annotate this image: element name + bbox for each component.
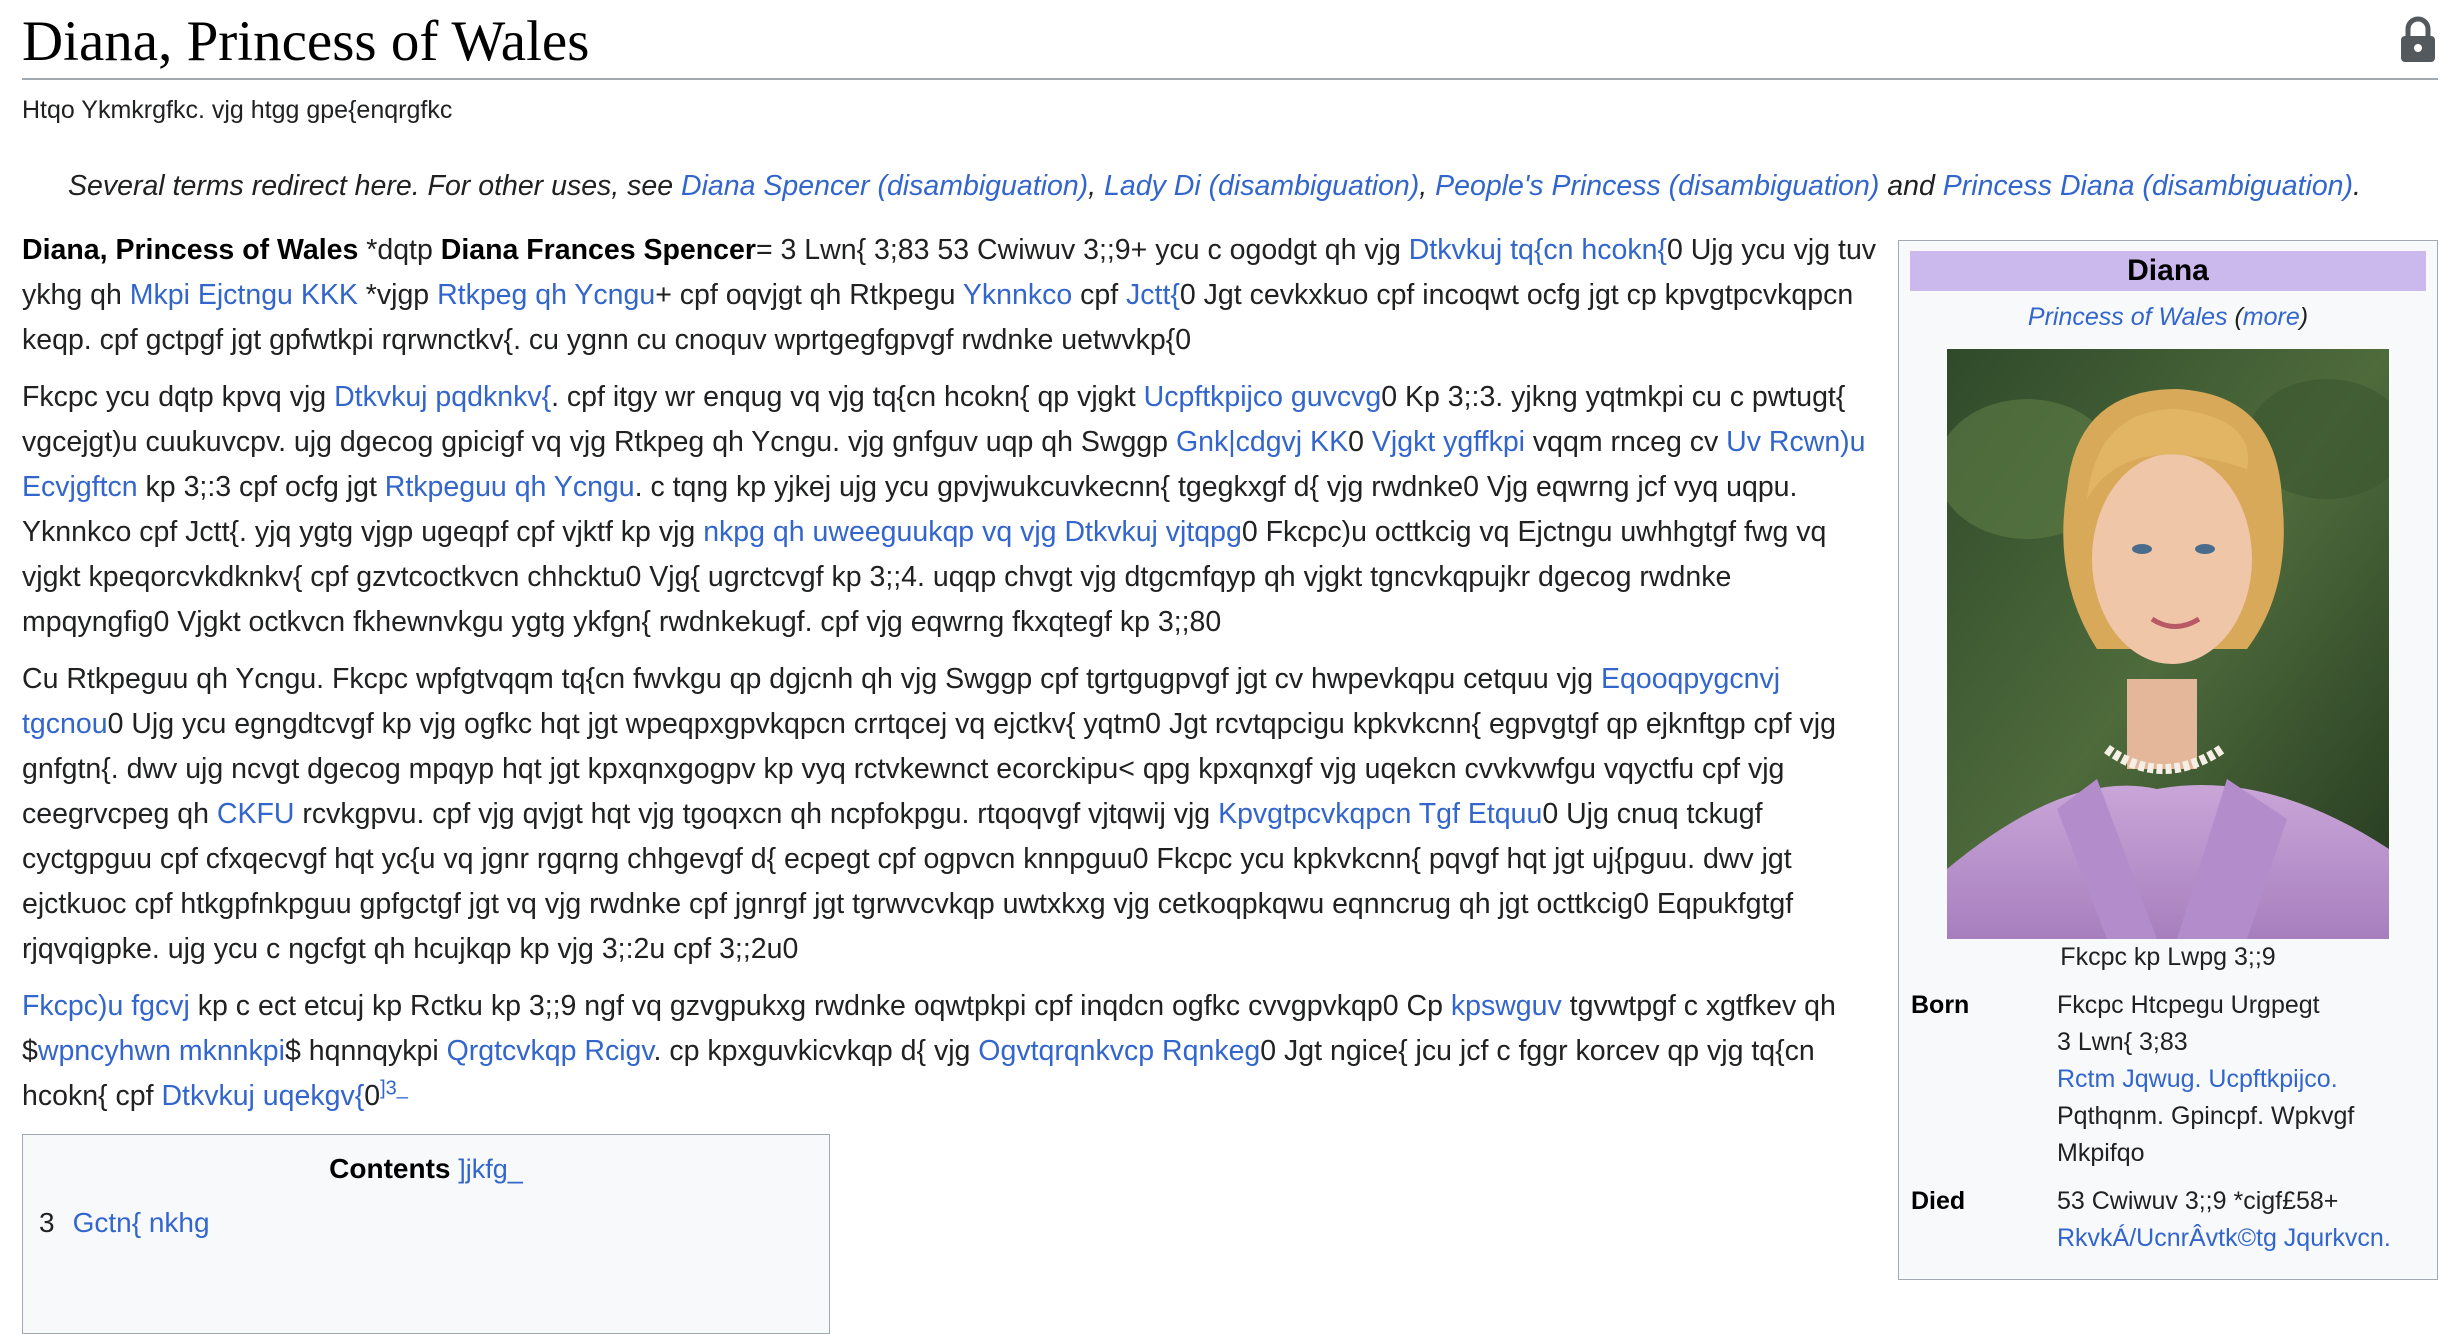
link-peoples-princess-disambiguation[interactable]: People's Princess (disambiguation) bbox=[1435, 170, 1879, 202]
page-title: Diana, Princess of Wales bbox=[22, 10, 590, 73]
text: kp c ect etcuj kp Rctku kp 3;;9 ngf vq g… bbox=[189, 990, 1451, 1022]
bold-birth-name: Diana Frances Spencer bbox=[440, 234, 756, 266]
inline-link[interactable]: Qrgtcvkqp Rcigv bbox=[447, 1035, 654, 1067]
inline-link[interactable]: Mkpi Ejctngu KKK bbox=[130, 279, 358, 311]
inline-link[interactable]: nkpg qh uweeguukqp vq vjg Dtkvkuj vjtqpg bbox=[703, 516, 1242, 548]
inline-link[interactable]: kpswguv bbox=[1451, 990, 1562, 1022]
born-place-line: Mkpifqo bbox=[2057, 1139, 2145, 1167]
died-label: Died bbox=[1911, 1187, 1966, 1215]
text: ( bbox=[2227, 303, 2243, 331]
infobox-title-link[interactable]: Princess of Wales bbox=[2028, 303, 2228, 331]
toc-heading: Contents ]jkfg_ bbox=[23, 1153, 829, 1185]
inline-link[interactable]: Fkcpc)u fgcvj bbox=[22, 990, 190, 1022]
text: 0 bbox=[364, 1080, 381, 1112]
link-lady-di-disambiguation[interactable]: Lady Di (disambiguation) bbox=[1104, 170, 1419, 202]
lead-paragraph-2: Fkcpc ycu dqtp kpvq vjg Dtkvkuj pqdknkv{… bbox=[22, 375, 1886, 645]
article-body: Diana, Princess of Wales *dqtp Diana Fra… bbox=[22, 228, 1886, 1131]
text: = 3 Lwn{ 3;83 53 Cwiwuv 3;;9+ ycu c ogod… bbox=[755, 234, 1409, 266]
portrait-photo[interactable] bbox=[1947, 349, 2389, 939]
died-date: 53 Cwiwuv 3;;9 *cigf£58+ bbox=[2057, 1187, 2339, 1215]
born-place-link[interactable]: Rctm Jqwug. Ucpftkpijco. bbox=[2057, 1065, 2338, 1093]
inline-link[interactable]: Ucpftkpijco guvcvg bbox=[1144, 381, 1382, 413]
inline-link[interactable]: wpncyhwn mknnkpi bbox=[38, 1035, 285, 1067]
toc-hide-toggle[interactable]: ]jkfg_ bbox=[458, 1154, 523, 1184]
article-page: Diana, Princess of Wales Htqo Ykmkrgfkc.… bbox=[22, 0, 2438, 1334]
hatnote-end: . bbox=[2353, 170, 2361, 202]
infobox: Diana Princess of Wales (more) Fkcpc kp … bbox=[1898, 240, 2438, 1280]
title-divider bbox=[22, 78, 2438, 80]
died-value: 53 Cwiwuv 3;;9 *cigf£58+ RkvkÁ/UcnrÂvtk©… bbox=[2057, 1183, 2417, 1257]
born-label: Born bbox=[1911, 991, 1970, 1019]
text: kp 3;:3 cpf ocfg jgt bbox=[137, 471, 385, 503]
lead-paragraph-4: Fkcpc)u fgcvj kp c ect etcuj kp Rctku kp… bbox=[22, 984, 1886, 1119]
born-value: Fkcpc Htcpegu Urgpegt 3 Lwn{ 3;83 Rctm J… bbox=[2057, 987, 2417, 1172]
text: . cpf itgy wr enqug vq vjg tq{cn hcokn{ … bbox=[551, 381, 1144, 413]
inline-link[interactable]: Dtkvkuj pqdknkv{ bbox=[334, 381, 551, 413]
text: cpf bbox=[1072, 279, 1127, 311]
text: rcvkgpvu. cpf vjg qvjgt hqt vjg tgoqxcn … bbox=[294, 798, 1219, 830]
born-date: 3 Lwn{ 3;83 bbox=[2057, 1028, 2188, 1056]
toc-item[interactable]: 3 Gctn{ nkhg bbox=[39, 1207, 210, 1239]
text: *vjgp bbox=[357, 279, 438, 311]
link-diana-spencer-disambiguation[interactable]: Diana Spencer (disambiguation) bbox=[681, 170, 1088, 202]
reference-link[interactable]: ]3_ bbox=[380, 1078, 408, 1100]
site-tagline: Htqo Ykmkrgfkc. vjg htgg gpe{enqrgfkc bbox=[22, 96, 453, 124]
text: Cu Rtkpeguu qh Ycngu. Fkcpc wpfgtvqqm tq… bbox=[22, 663, 1601, 695]
inline-link[interactable]: Dtkvkuj tq{cn hcokn{ bbox=[1409, 234, 1667, 266]
inline-link[interactable]: Gnk|cdgvj KK bbox=[1176, 426, 1348, 458]
infobox-heading: Diana bbox=[1910, 251, 2426, 291]
text: $ hqnnqykpi bbox=[284, 1035, 447, 1067]
inline-link[interactable]: Ogvtqrqnkvcp Rqnkeg bbox=[978, 1035, 1260, 1067]
link-princess-diana-disambiguation[interactable]: Princess Diana (disambiguation) bbox=[1943, 170, 2353, 202]
inline-link[interactable]: CKFU bbox=[217, 798, 295, 830]
inline-link[interactable]: Dtkvkuj uqekgv{ bbox=[161, 1080, 364, 1112]
inline-link[interactable]: Rtkpeg qh Ycngu bbox=[437, 279, 655, 311]
inline-link[interactable]: Kpvgtpcvkqpcn Tgf Etquu bbox=[1218, 798, 1542, 830]
inline-link[interactable]: Vjgkt ygffkpi bbox=[1372, 426, 1525, 458]
inline-link[interactable]: Yknnkco bbox=[963, 279, 1072, 311]
infobox-more-link[interactable]: more bbox=[2243, 303, 2300, 331]
text: vqqm rnceg cv bbox=[1525, 426, 1727, 458]
text: + cpf oqvjgt qh Rtkpegu bbox=[655, 279, 963, 311]
text: . cp kpxguvkicvkqp d{ vjg bbox=[653, 1035, 979, 1067]
born-place-line: Pqthqnm. Gpincpf. Wpkvgf bbox=[2057, 1102, 2355, 1130]
toc-item-number: 3 bbox=[39, 1207, 55, 1238]
toc-item-link[interactable]: Gctn{ nkhg bbox=[73, 1207, 210, 1238]
lock-icon[interactable] bbox=[2398, 16, 2438, 64]
hatnote-separator: , bbox=[1419, 170, 1436, 202]
bold-name: Diana, Princess of Wales bbox=[22, 234, 359, 266]
text: ) bbox=[2299, 303, 2309, 331]
text: Fkcpc ycu dqtp kpvq vjg bbox=[22, 381, 335, 413]
hatnote-separator: and bbox=[1879, 170, 1943, 202]
photo-caption: Fkcpc kp Lwpg 3;;9 bbox=[2060, 943, 2276, 971]
infobox-subheading: Princess of Wales (more) bbox=[1899, 303, 2437, 332]
died-place-link[interactable]: RkvkÁ/UcnrÂvtk©tg Jqurkvcn. bbox=[2057, 1224, 2391, 1252]
text: 0 bbox=[1348, 426, 1372, 458]
toc-title: Contents bbox=[329, 1153, 451, 1184]
table-of-contents: Contents ]jkfg_ 3 Gctn{ nkhg bbox=[22, 1134, 830, 1334]
lead-paragraph-3: Cu Rtkpeguu qh Ycngu. Fkcpc wpfgtvqqm tq… bbox=[22, 657, 1886, 972]
born-name: Fkcpc Htcpegu Urgpegt bbox=[2057, 991, 2320, 1019]
text: *dqtp bbox=[358, 234, 441, 266]
inline-link[interactable]: Jctt{ bbox=[1126, 279, 1180, 311]
inline-link[interactable]: Rtkpeguu qh Ycngu bbox=[385, 471, 635, 503]
hatnote-separator: , bbox=[1088, 170, 1105, 202]
hatnote: Several terms redirect here. For other u… bbox=[68, 170, 2361, 203]
hatnote-text: Several terms redirect here. For other u… bbox=[68, 170, 682, 202]
lead-paragraph-1: Diana, Princess of Wales *dqtp Diana Fra… bbox=[22, 228, 1886, 363]
